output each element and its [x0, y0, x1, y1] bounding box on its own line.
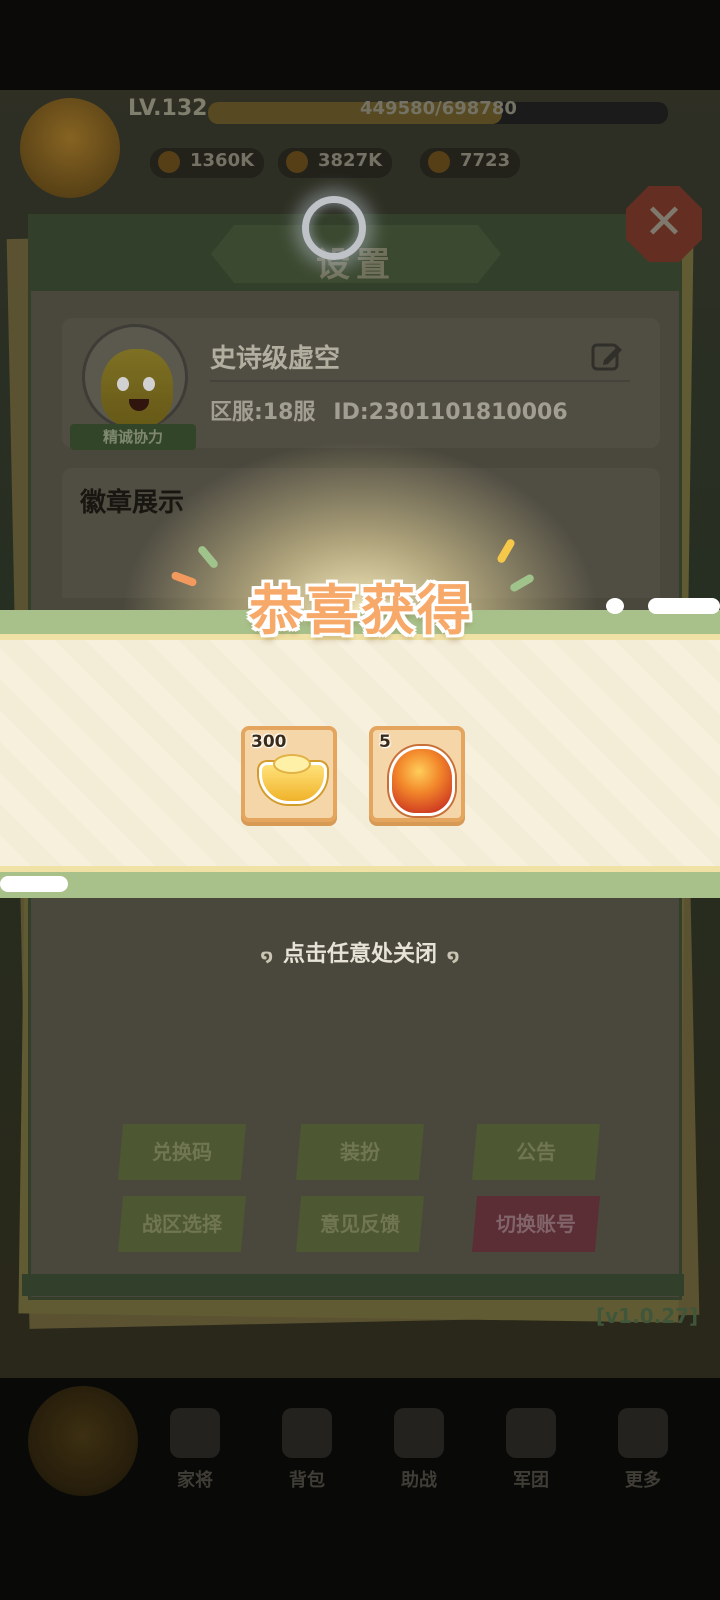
band-bottom-edge	[0, 866, 720, 898]
reward-band	[0, 610, 720, 900]
cloud-decoration	[606, 598, 624, 614]
reward-title: 恭喜获得	[249, 579, 473, 642]
reward-item[interactable]: 300	[241, 726, 337, 822]
fire-stone-icon	[389, 746, 455, 816]
band-body	[0, 640, 720, 866]
cloud-decoration	[648, 598, 720, 614]
close-hint-text: 点击任意处关闭	[282, 942, 437, 967]
item-count: 300	[251, 732, 287, 752]
reward-item[interactable]: 5	[369, 726, 465, 822]
swirl-icon: ໑	[447, 946, 460, 965]
close-hint[interactable]: ໑ 点击任意处关闭 ໑	[0, 936, 720, 968]
cloud-decoration	[0, 876, 68, 892]
item-count: 5	[379, 732, 391, 752]
gold-ingot-top	[273, 754, 311, 774]
swirl-icon: ໑	[260, 946, 273, 965]
